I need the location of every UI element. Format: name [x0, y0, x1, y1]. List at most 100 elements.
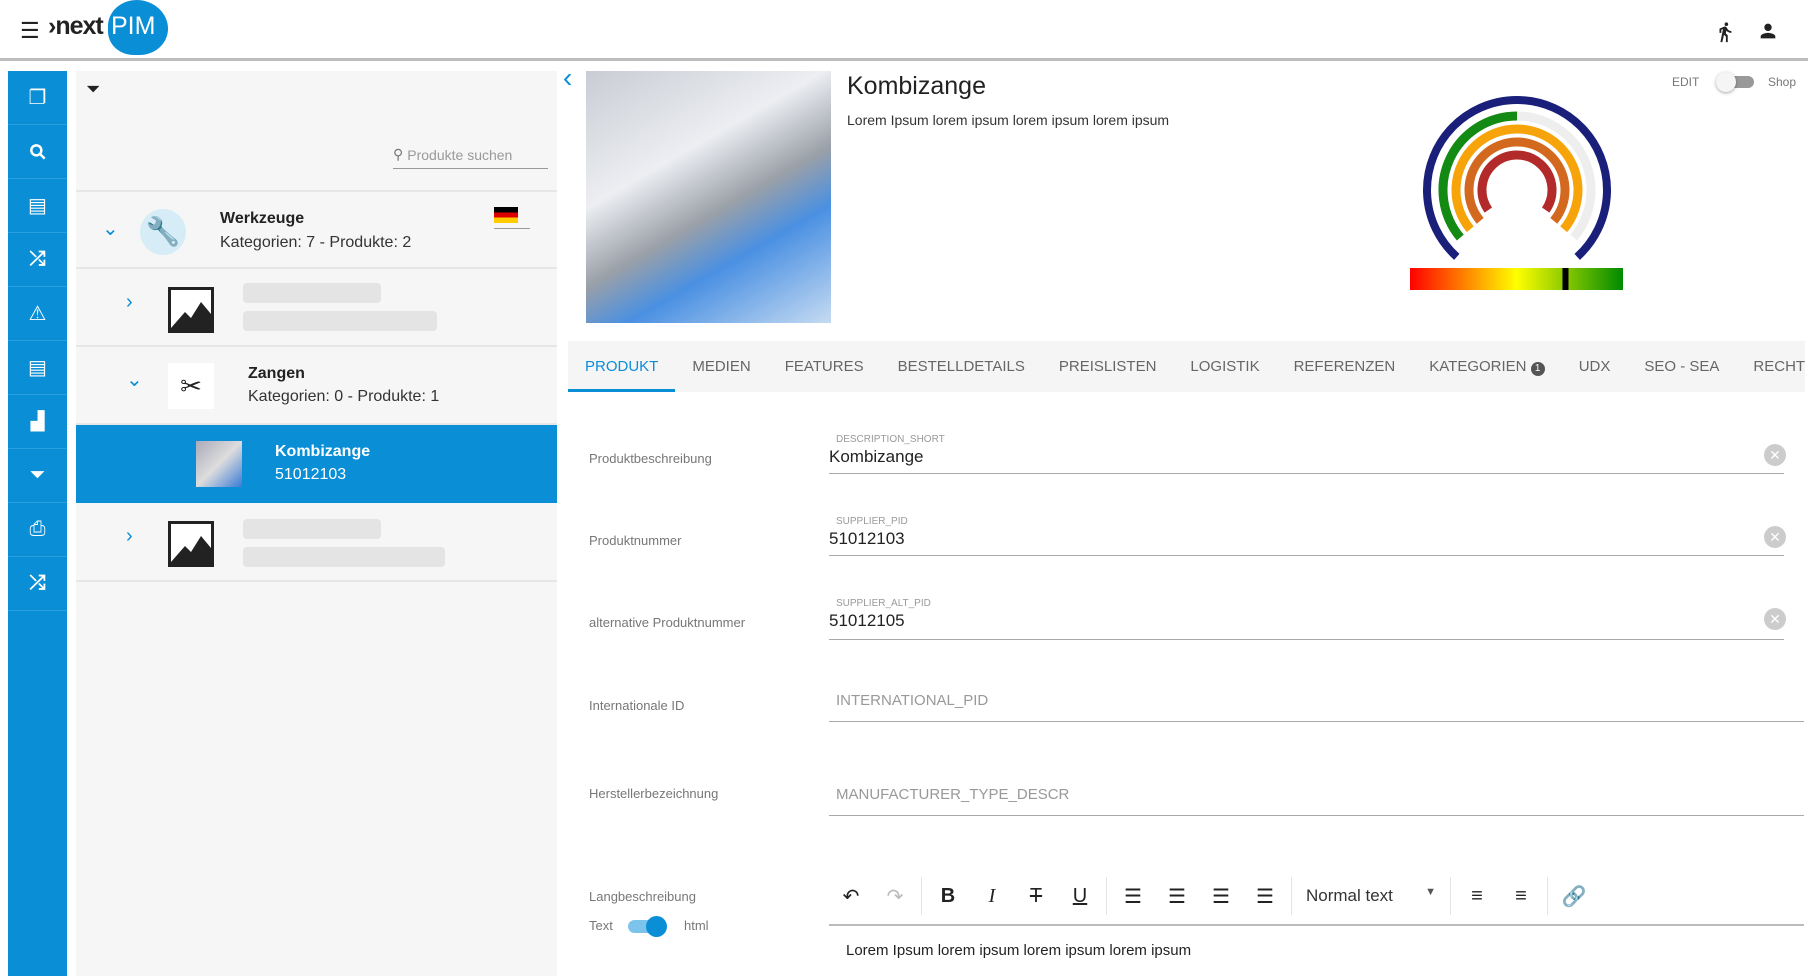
clear-icon[interactable]: ✕: [1764, 444, 1786, 466]
clear-icon[interactable]: ✕: [1764, 526, 1786, 548]
skeleton-line: [243, 547, 445, 567]
field-label: Internationale ID: [589, 698, 685, 713]
sidebar-item-shuffle-2[interactable]: ⤮: [8, 557, 67, 611]
quality-scale-marker: [1562, 268, 1569, 290]
editor-toolbar: ↶ ↷ B I T U ☰ ☰ ☰ ☰ Normal text ▼ ≡ ≡ 🔗: [829, 868, 1804, 926]
tree-node-zangen[interactable]: ⌄ ✂ Zangen Kategorien: 0 - Produkte: 1: [76, 347, 557, 425]
tab-kategorien[interactable]: KATEGORIEN 1: [1412, 341, 1561, 392]
sidebar-item-print[interactable]: ⎙: [8, 503, 67, 557]
shuffle-icon: ⤮: [29, 572, 46, 594]
tree-node-kombizange-selected[interactable]: Kombizange 51012103: [76, 425, 557, 503]
sidebar-item-list[interactable]: ▤: [8, 179, 67, 233]
align-left-icon[interactable]: ☰: [1111, 884, 1155, 909]
search-icon: [29, 143, 46, 160]
international-pid-field[interactable]: INTERNATIONAL_PID: [829, 680, 1804, 722]
sidebar-item-copy[interactable]: ❐: [8, 71, 67, 125]
align-center-icon[interactable]: ☰: [1155, 884, 1199, 909]
strikethrough-icon[interactable]: T: [1014, 885, 1058, 908]
copy-icon: ❐: [28, 87, 47, 109]
chevron-down-icon[interactable]: ⌄: [102, 216, 119, 241]
product-image[interactable]: [586, 71, 831, 323]
tree-node-werkzeuge[interactable]: ⌄ 🔧 Werkzeuge Kategorien: 7 - Produkte: …: [76, 190, 557, 269]
tab-medien[interactable]: MEDIEN: [675, 341, 767, 392]
sidebar-item-shuffle[interactable]: ⤮: [8, 233, 67, 287]
product-title: Kombizange: [847, 72, 986, 100]
filter-icon[interactable]: ⏷: [86, 79, 100, 100]
caret-down-icon: ▼: [1425, 886, 1436, 898]
field-label: alternative Produktnummer: [589, 615, 746, 630]
print-icon: ⎙: [29, 518, 46, 540]
image-placeholder-icon: [168, 287, 214, 333]
search-icon: ⚲: [393, 146, 404, 162]
gauge-ring: [1477, 150, 1557, 213]
field-label: Produktbeschreibung: [589, 451, 712, 466]
language-select[interactable]: [494, 207, 530, 229]
list-icon: ▤: [28, 357, 47, 379]
quality-scale-bar: [1410, 268, 1623, 290]
tab-seo-sea[interactable]: SEO - SEA: [1627, 341, 1736, 392]
clear-icon[interactable]: ✕: [1764, 608, 1786, 630]
sidebar-item-warning[interactable]: ⚠: [8, 287, 67, 341]
chart-icon: ▟: [30, 411, 45, 431]
tab-preislisten[interactable]: PREISLISTEN: [1042, 341, 1174, 392]
field-label: Herstellerbezeichnung: [589, 786, 719, 801]
tab-features[interactable]: FEATURES: [768, 341, 881, 392]
format-select[interactable]: Normal text ▼: [1296, 886, 1446, 906]
underline-icon[interactable]: U: [1058, 885, 1102, 908]
tab-produkt[interactable]: PRODUKT: [568, 341, 676, 392]
italic-icon[interactable]: I: [970, 885, 1014, 908]
list-icon: ▤: [28, 195, 47, 217]
tab-logistik[interactable]: LOGISTIK: [1173, 341, 1276, 392]
user-icon[interactable]: [1757, 20, 1779, 42]
bold-icon[interactable]: B: [926, 885, 970, 908]
link-icon[interactable]: 🔗: [1552, 884, 1596, 909]
category-tree-panel: ⏷ ⚲ Produkte suchen ⌄ 🔧 Werkzeuge Katego…: [76, 71, 557, 976]
supplier-pid-field[interactable]: SUPPLIER_PID 51012103 ✕: [829, 516, 1786, 556]
tab-bar: PRODUKT MEDIEN FEATURES BESTELLDETAILS PREIS…: [568, 341, 1805, 392]
tree-node-loading[interactable]: ›: [76, 269, 557, 347]
tab-udx[interactable]: UDX: [1562, 341, 1628, 392]
filter-icon: ⏷: [29, 464, 46, 486]
chevron-down-icon[interactable]: ⌄: [126, 367, 143, 392]
sidebar-item-chart[interactable]: ▟: [8, 395, 67, 449]
chevron-right-icon[interactable]: ›: [126, 525, 133, 548]
redo-icon[interactable]: ↷: [873, 884, 917, 909]
collapse-panel-icon[interactable]: ‹: [563, 62, 572, 94]
warning-icon: ⚠: [28, 303, 47, 325]
image-placeholder-icon: [168, 521, 214, 567]
align-justify-icon[interactable]: ☰: [1243, 884, 1287, 909]
quality-gauge: [1410, 96, 1623, 290]
product-description: Lorem Ipsum lorem ipsum lorem ipsum lore…: [847, 112, 1170, 128]
tab-bestelldetails[interactable]: BESTELLDETAILS: [881, 341, 1042, 392]
shuffle-icon: ⤮: [29, 248, 46, 270]
skeleton-line: [243, 311, 437, 331]
align-right-icon[interactable]: ☰: [1199, 884, 1243, 909]
field-label: Produktnummer: [589, 533, 682, 548]
description-short-field[interactable]: DESCRIPTION_SHORT Kombizange ✕: [829, 434, 1786, 474]
long-description-editor[interactable]: Lorem Ipsum lorem ipsum lorem ipsum lore…: [846, 942, 1191, 959]
supplier-alt-pid-field[interactable]: SUPPLIER_ALT_PID 51012105 ✕: [829, 598, 1786, 640]
sidebar-item-list-2[interactable]: ▤: [8, 341, 67, 395]
product-search-input[interactable]: ⚲ Produkte suchen: [393, 141, 548, 169]
sidebar-item-filter[interactable]: ⏷: [8, 449, 67, 503]
sidebar-item-search[interactable]: [8, 125, 67, 179]
undo-icon[interactable]: ↶: [829, 884, 873, 909]
menu-icon[interactable]: ☰: [20, 18, 40, 44]
tab-referenzen[interactable]: REFERENZEN: [1277, 341, 1413, 392]
chevron-right-icon[interactable]: ›: [126, 291, 133, 314]
text-html-toggle[interactable]: [628, 916, 668, 937]
run-icon[interactable]: [1714, 20, 1736, 44]
tools-thumbnail: 🔧: [140, 209, 186, 255]
skeleton-line: [243, 519, 381, 539]
sidebar: ❐ ▤ ⤮ ⚠ ▤ ▟ ⏷ ⎙ ⤮: [8, 71, 67, 976]
product-thumbnail: [196, 441, 242, 487]
top-bar: ☰ ›next PIM: [0, 0, 1808, 61]
bullet-list-icon[interactable]: ≡: [1499, 885, 1543, 908]
edit-shop-toggle[interactable]: [1716, 72, 1754, 92]
ordered-list-icon[interactable]: ≡: [1455, 885, 1499, 908]
manufacturer-type-descr-field[interactable]: MANUFACTURER_TYPE_DESCR: [829, 762, 1804, 816]
skeleton-line: [243, 283, 381, 303]
info-badge-icon: 1: [1530, 362, 1545, 376]
tab-recht[interactable]: RECHT: [1736, 341, 1808, 392]
tree-node-loading[interactable]: ›: [76, 503, 557, 582]
